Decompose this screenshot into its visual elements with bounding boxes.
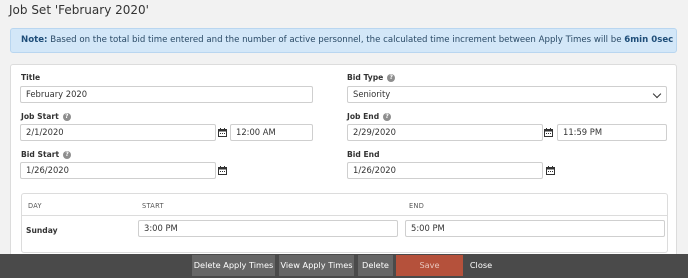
save-button[interactable]: Save xyxy=(396,255,463,276)
row-start-time-input[interactable]: 3:00 PM xyxy=(138,220,398,237)
job-end-time-input[interactable]: 11:59 PM xyxy=(557,124,667,141)
bid-end-label: Bid End xyxy=(347,150,380,159)
note-value: 6min 0sec xyxy=(624,35,674,45)
column-header-day: DAY xyxy=(28,202,42,210)
row-end-time-input[interactable]: 5:00 PM xyxy=(405,220,665,237)
help-circle-icon[interactable]: ? xyxy=(383,112,392,121)
page-title: Job Set 'February 2020' xyxy=(9,3,149,17)
delete-apply-times-button[interactable]: Delete Apply Times xyxy=(192,255,275,276)
column-header-end: END xyxy=(409,202,425,210)
apply-times-table: DAY START END Sunday 3:00 PM 5:00 PM xyxy=(21,193,668,253)
page-header: Job Set 'February 2020' xyxy=(0,0,688,24)
job-start-date-input[interactable]: 2/1/2020 xyxy=(20,124,216,141)
job-end-date-input[interactable]: 2/29/2020 xyxy=(347,124,543,141)
bid-type-select[interactable]: Seniority xyxy=(347,86,667,103)
chevron-down-icon xyxy=(652,89,662,99)
job-start-label: Job Start ? xyxy=(21,112,71,121)
calendar-icon[interactable] xyxy=(546,166,555,175)
action-footer: Delete Apply Times View Apply Times Dele… xyxy=(0,254,688,278)
job-start-time-input[interactable]: 12:00 AM xyxy=(230,124,313,141)
close-button[interactable]: Close xyxy=(466,255,496,276)
help-circle-icon[interactable]: ? xyxy=(387,73,396,82)
title-input[interactable]: February 2020 xyxy=(20,86,313,103)
note-text: Based on the total bid time entered and … xyxy=(50,35,622,45)
calendar-icon[interactable] xyxy=(544,128,553,137)
title-label: Title xyxy=(21,73,41,82)
row-day: Sunday xyxy=(26,226,58,235)
view-apply-times-button[interactable]: View Apply Times xyxy=(279,255,354,276)
note-banner: Note: Based on the total bid time entere… xyxy=(10,28,677,53)
help-circle-icon[interactable]: ? xyxy=(62,112,71,121)
bid-end-date-input[interactable]: 1/26/2020 xyxy=(347,162,543,179)
calendar-icon[interactable] xyxy=(218,128,227,137)
delete-button[interactable]: Delete xyxy=(358,255,393,276)
bid-type-label: Bid Type ? xyxy=(347,73,396,82)
job-set-form: Title February 2020 Bid Type ? Seniority… xyxy=(10,64,677,264)
bid-start-date-input[interactable]: 1/26/2020 xyxy=(20,162,216,179)
bid-start-label: Bid Start ? xyxy=(21,150,72,159)
table-header: DAY START END xyxy=(22,194,667,216)
note-label: Note: xyxy=(21,35,48,45)
column-header-start: START xyxy=(142,202,164,210)
help-circle-icon[interactable]: ? xyxy=(63,150,72,159)
calendar-icon[interactable] xyxy=(218,166,227,175)
job-end-label: Job End ? xyxy=(347,112,392,121)
